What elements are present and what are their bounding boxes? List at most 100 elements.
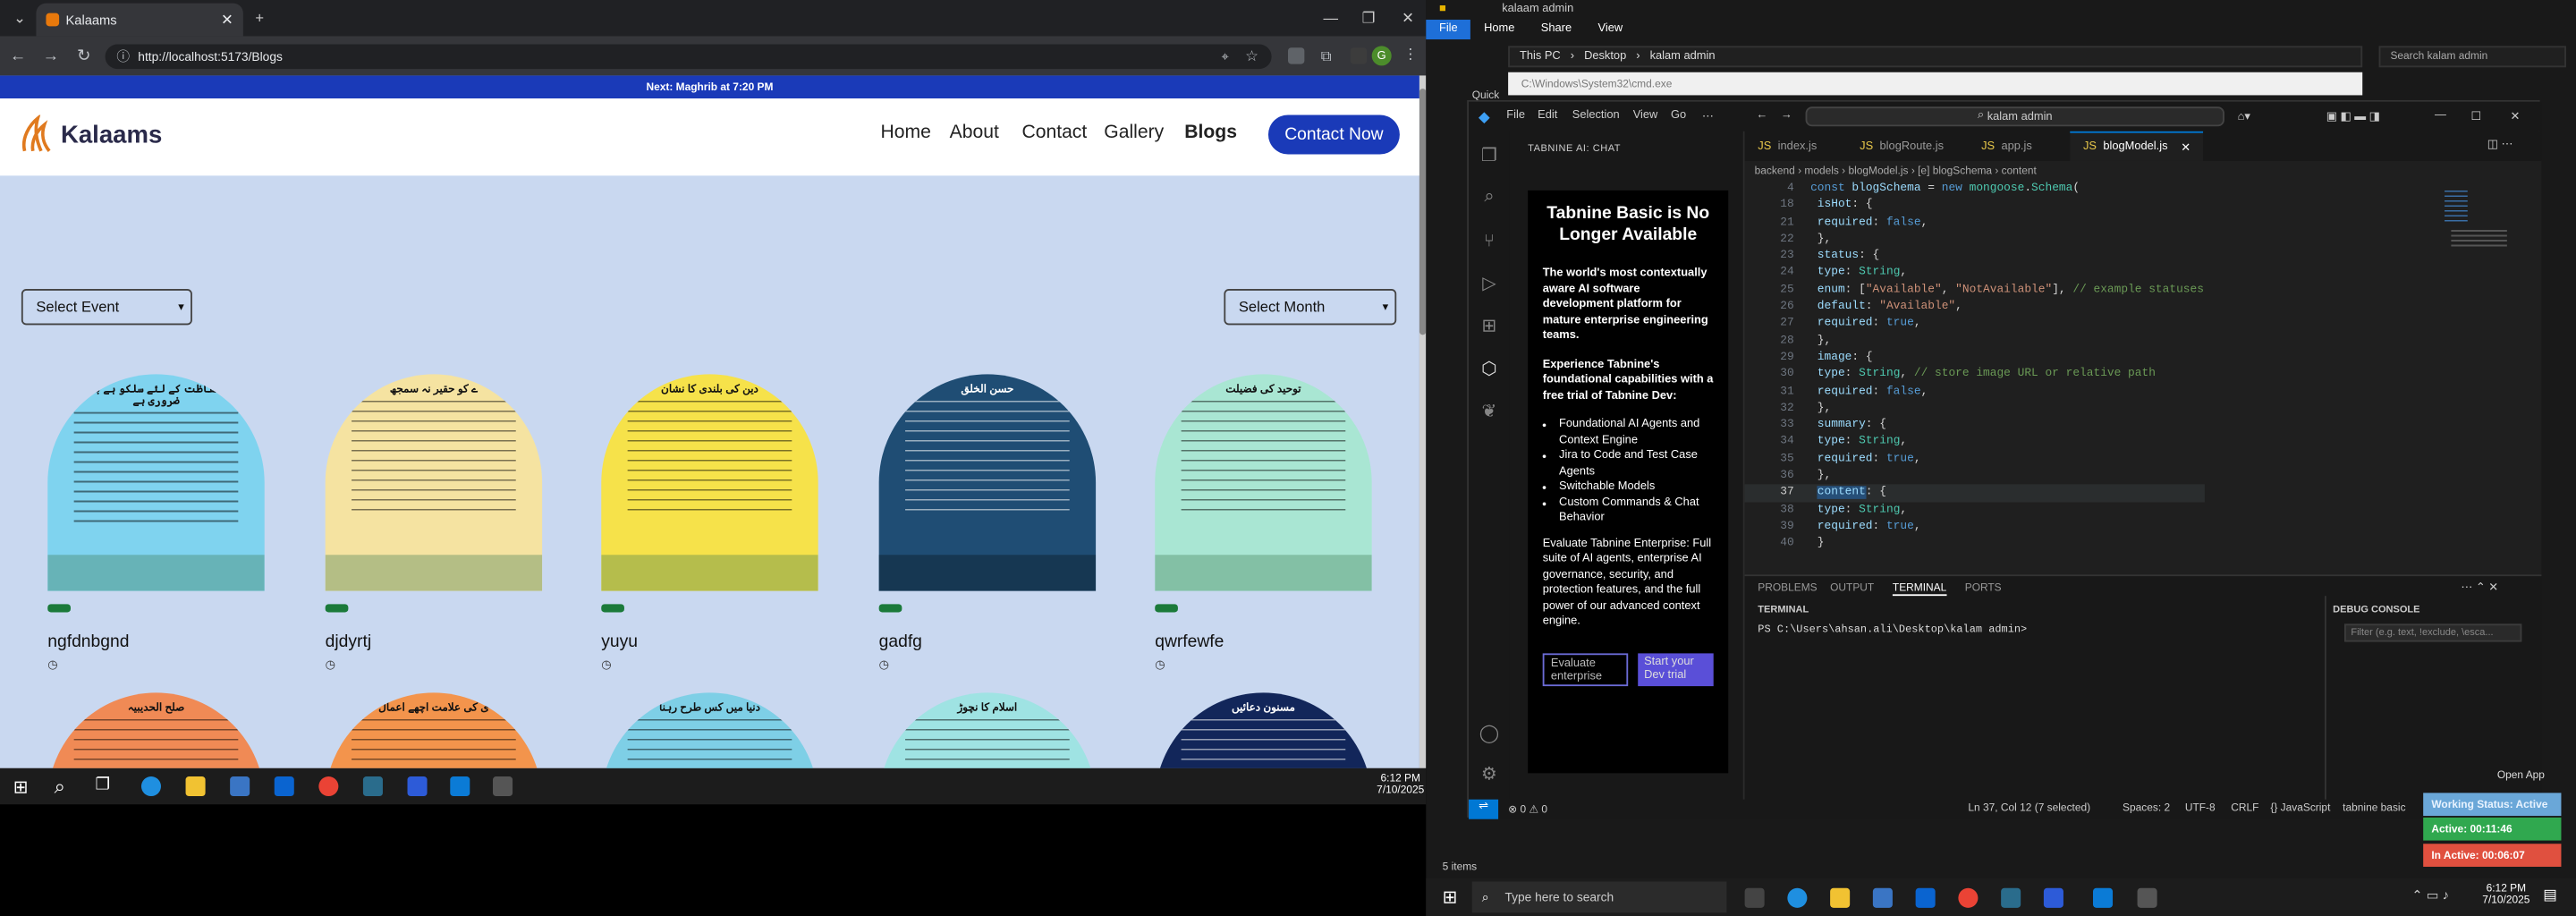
split-editor-icon[interactable]: ◫ ⋯ <box>2487 138 2513 151</box>
location-icon[interactable]: ⌖ <box>1222 48 1229 64</box>
start-dev-trial-button[interactable]: Start your Dev trial <box>1637 652 1714 686</box>
tabnine-status[interactable]: tabnine basic <box>2343 802 2405 814</box>
blog-card-image[interactable]: دین کی بلندی کا نشان <box>601 374 818 591</box>
contact-now-button[interactable]: Contact Now <box>1267 114 1400 155</box>
edge-icon[interactable] <box>140 776 161 797</box>
settings-gear-icon[interactable]: ⚙ <box>1479 763 1500 785</box>
select-month-dropdown[interactable]: Select Month ▾ <box>1224 288 1397 326</box>
cursor-position[interactable]: Ln 37, Col 12 (7 selected) <box>1968 802 2090 814</box>
tabnine-icon[interactable]: ⬡ <box>1479 358 1500 379</box>
sidebar-icon[interactable] <box>1350 47 1368 64</box>
notification-icon[interactable]: ▤ <box>2543 886 2557 904</box>
nav-contact[interactable]: Contact <box>1021 123 1087 143</box>
blog-card-image[interactable]: ے کو حقیر نہ سمجھ <box>325 374 543 591</box>
tab-output[interactable]: OUTPUT <box>1830 582 1874 594</box>
debug-filter-input[interactable]: Filter (e.g. text, !exclude, \esca... <box>2344 623 2522 642</box>
url-input[interactable]: ⓘ http://localhost:5173/Blogs ⌖ ☆ <box>105 44 1272 70</box>
tab-terminal[interactable]: TERMINAL <box>1892 582 1947 597</box>
select-event-dropdown[interactable]: Select Event ▾ <box>21 288 192 326</box>
blog-card[interactable]: دنیا میں کس طرح رہنا <box>601 692 818 768</box>
windows-start-icon[interactable]: ⊞ <box>1443 886 1458 908</box>
menu-edit[interactable]: Edit <box>1538 110 1557 122</box>
back-icon[interactable]: ← <box>6 45 30 68</box>
blog-card-title[interactable]: yuyu <box>601 632 818 652</box>
ribbon-view[interactable]: View <box>1585 20 1636 39</box>
blog-card-title[interactable]: qwrfewfe <box>1155 632 1371 652</box>
run-debug-icon[interactable]: ▷ <box>1479 273 1500 293</box>
scroll-thumb[interactable] <box>1419 89 1427 335</box>
command-center-search[interactable]: ⌕ kalam admin <box>1805 106 2224 127</box>
blog-card-image[interactable]: اسلام کا نچوڑ <box>878 692 1097 768</box>
blog-card[interactable]: حسن الخلق gadfg ◷ <box>878 374 1097 672</box>
path-desktop[interactable]: Desktop <box>1584 51 1626 63</box>
menu-selection[interactable]: Selection <box>1572 110 1620 122</box>
blog-card[interactable]: اسلام کا نچوڑ <box>878 692 1097 768</box>
outlook-icon[interactable] <box>1915 887 1936 908</box>
windows-start-icon[interactable]: ⊞ <box>13 776 29 798</box>
site-info-icon[interactable]: ⓘ <box>116 47 130 65</box>
chrome-icon[interactable] <box>318 776 339 797</box>
blog-card-image[interactable]: توحید کی فضیلت <box>1155 374 1372 591</box>
app-icon[interactable] <box>2001 887 2021 908</box>
blog-card-title[interactable]: djdyrtj <box>326 632 542 652</box>
menu-file[interactable]: File <box>1506 110 1525 122</box>
tab-blogroute-js[interactable]: JS blogRoute.js <box>1846 131 1956 161</box>
extensions-icon[interactable]: ⊞ <box>1479 315 1500 336</box>
vscode-maximize-icon[interactable]: ☐ <box>2470 110 2481 123</box>
cmd-window-titlebar[interactable]: C:\Windows\System32\cmd.exe <box>1508 72 2363 96</box>
task-view-icon[interactable]: ❐ <box>96 776 110 794</box>
evaluate-enterprise-button[interactable]: Evaluate enterprise <box>1542 652 1628 686</box>
blog-card-title[interactable]: gadfg <box>879 632 1096 652</box>
close-tab-icon[interactable]: ✕ <box>221 11 233 29</box>
terminal-prompt[interactable]: PS C:\Users\ahsan.ali\Desktop\kalam admi… <box>1758 623 2027 635</box>
menu-view[interactable]: View <box>1633 110 1658 122</box>
blog-card-image[interactable]: صلح الحدیبیہ <box>47 692 265 768</box>
language-mode[interactable]: {} JavaScript <box>2270 802 2330 814</box>
mongodb-leaf-icon[interactable]: ❦ <box>1479 401 1500 422</box>
system-tray-icons[interactable]: ⌃ ▭ ♪ <box>2411 888 2449 903</box>
blog-card[interactable]: کی حفاظت کے لئے سلکو ہے بچنا ضروری ہے ngf… <box>47 374 265 672</box>
blog-card-image[interactable]: حسن الخلق <box>878 374 1097 591</box>
nav-back-icon[interactable]: ← <box>1756 110 1767 122</box>
breadcrumb[interactable]: backend › models › blogModel.js › [e] bl… <box>1745 161 2542 181</box>
menu-kebab-icon[interactable]: ⋮ <box>1403 46 1419 64</box>
outlook-icon[interactable] <box>274 776 294 797</box>
encoding[interactable]: UTF-8 <box>2185 802 2216 814</box>
tab-ports[interactable]: PORTS <box>1965 582 2002 594</box>
minimize-icon[interactable]: — <box>1314 2 1347 35</box>
vscode-taskbar-icon[interactable] <box>2092 887 2114 908</box>
nav-about[interactable]: About <box>950 123 999 143</box>
path-kalam-admin[interactable]: kalam admin <box>1650 51 1716 63</box>
tab-problems[interactable]: PROBLEMS <box>1758 582 1817 594</box>
account-icon[interactable]: ◯ <box>1479 722 1500 743</box>
code-editor[interactable]: 4 const blogSchema = new mongoose.Schema(… <box>1744 181 2204 553</box>
profile-avatar[interactable]: G <box>1371 46 1392 66</box>
blog-card[interactable]: دین کی بلندی کا نشان yuyu ◷ <box>601 374 818 672</box>
tab-blogmodel-js[interactable]: JS blogModel.js ✕ <box>2070 131 2204 161</box>
remote-icon[interactable]: ⇌ <box>1469 799 1499 819</box>
minimap[interactable] <box>2438 181 2540 574</box>
taskbar-clock-right[interactable]: 6:12 PM 7/10/2025 <box>2482 883 2529 906</box>
reload-icon[interactable]: ↻ <box>72 45 96 68</box>
menu-go[interactable]: Go <box>1671 110 1686 122</box>
blog-card-image[interactable]: ی کی علامت اچھے اعمال <box>325 692 543 768</box>
taskbar-clock-left[interactable]: 6:12 PM 7/10/2025 <box>1377 773 1424 796</box>
store-icon[interactable] <box>230 776 250 797</box>
taskbar-search-box[interactable]: ⌕ Type here to search <box>1471 881 1727 913</box>
page-scrollbar[interactable] <box>1419 75 1427 768</box>
blog-card[interactable]: توحید کی فضیلت qwrfewfe ◷ <box>1155 374 1372 672</box>
edge-icon[interactable] <box>1787 887 1808 908</box>
nav-gallery[interactable]: Gallery <box>1104 123 1164 143</box>
search-icon[interactable]: ⌕ <box>55 775 65 800</box>
terminal-taskbar-icon[interactable] <box>2137 887 2157 908</box>
problems-count[interactable]: ⊗ 0 ⚠ 0 <box>1508 802 1547 816</box>
blog-card[interactable]: ی کی علامت اچھے اعمال <box>325 692 543 768</box>
blog-card[interactable]: مسنون دعائیں <box>1155 692 1372 768</box>
blog-card-title[interactable]: ngfdnbgnd <box>47 632 264 652</box>
copilot-icon[interactable]: ⌂▾ <box>2238 110 2250 123</box>
tab-search-icon[interactable]: ⌄ <box>4 2 37 35</box>
zoom-icon[interactable] <box>2043 887 2063 908</box>
layout-toggle-icons[interactable]: ▣ ◧ ▬ ◨ <box>2326 110 2380 123</box>
nav-blogs[interactable]: Blogs <box>1184 123 1237 143</box>
zoom-icon[interactable] <box>407 776 428 797</box>
